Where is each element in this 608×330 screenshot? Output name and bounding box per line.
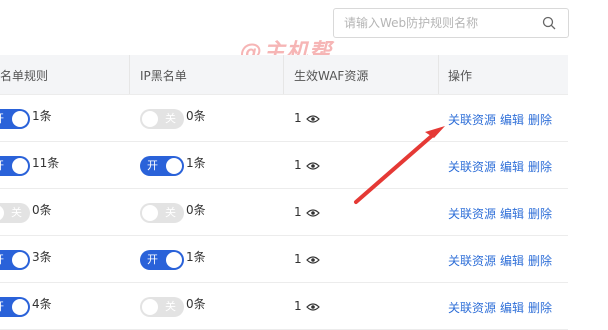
ip-blacklist-toggle[interactable]: 关: [140, 203, 184, 223]
rule-list-count: 4条: [32, 297, 52, 311]
rule-list-toggle[interactable]: 开: [0, 109, 30, 129]
table-row: 开 11条 开 1条 1 关联资源编辑删除: [0, 142, 568, 189]
delete-button[interactable]: 删除: [528, 301, 552, 315]
ip-blacklist-count: 0条: [186, 203, 206, 217]
column-divider: [129, 55, 130, 94]
ip-blacklist-toggle[interactable]: 关: [140, 109, 184, 129]
row-actions: 关联资源 编辑 删除: [448, 205, 556, 222]
red-arrow-annotation: [354, 126, 445, 204]
eye-icon[interactable]: [306, 302, 320, 312]
ip-blacklist-toggle[interactable]: 关: [140, 297, 184, 317]
waf-resource-count: 1: [294, 111, 302, 125]
table-header: 名单规则 IP黑名单 生效WAF资源 操作: [0, 55, 568, 95]
link-resource-button[interactable]: 关联资源: [448, 160, 496, 174]
waf-resource-count: 1: [294, 158, 302, 172]
rule-list-count: 1条: [32, 109, 52, 123]
delete-button[interactable]: 删除: [528, 207, 552, 221]
toggle-knob: [12, 111, 28, 127]
waf-resource-count: 1: [294, 299, 302, 313]
toggle-label: 开: [147, 159, 158, 172]
toggle-label: 关: [11, 206, 22, 219]
toggle-knob: [0, 205, 4, 221]
toggle-knob: [166, 158, 182, 174]
toggle-label: 关: [165, 300, 176, 313]
row-actions: 关联资源 编辑 删除: [448, 111, 556, 128]
column-divider: [438, 55, 439, 94]
rule-list-count: 11条: [32, 156, 60, 170]
header-actions: 操作: [448, 69, 473, 83]
eye-icon[interactable]: [306, 255, 320, 265]
waf-resource-count: 1: [294, 205, 302, 219]
link-resource-button[interactable]: 关联资源: [448, 207, 496, 221]
toggle-label: 关: [165, 112, 176, 125]
table-row: 开 4条 关 0条 1 关联资源编辑删除: [0, 283, 568, 330]
toggle-knob: [12, 158, 28, 174]
link-resource-button[interactable]: 关联资源: [448, 113, 496, 127]
toggle-label: 开: [0, 159, 4, 173]
ip-blacklist-count: 0条: [186, 109, 206, 123]
toggle-knob: [142, 111, 158, 127]
toggle-label: 开: [0, 300, 4, 314]
link-resource-button[interactable]: 关联资源: [448, 301, 496, 315]
header-waf-resource: 生效WAF资源: [294, 69, 369, 83]
toggle-label: 开: [0, 112, 4, 126]
table-row: 关 0条关 0条 1 关联资源 编辑 删除: [0, 189, 568, 236]
eye-icon[interactable]: [306, 161, 320, 171]
row-actions: 关联资源 编辑 删除: [448, 158, 556, 175]
edit-button[interactable]: 编辑: [500, 301, 524, 315]
toggle-knob: [142, 299, 158, 315]
eye-icon[interactable]: [306, 208, 320, 218]
delete-button[interactable]: 删除: [528, 254, 552, 268]
row-actions: 关联资源 编辑 删除: [448, 299, 556, 316]
ip-blacklist-count: 1条: [186, 156, 206, 170]
delete-button[interactable]: 删除: [528, 113, 552, 127]
ip-blacklist-count: 1条: [186, 250, 206, 264]
search-box[interactable]: [333, 8, 569, 38]
edit-button[interactable]: 编辑: [500, 207, 524, 221]
rule-list-toggle[interactable]: 开: [0, 250, 30, 270]
header-rule-list: 名单规则: [0, 69, 49, 83]
ip-blacklist-count: 0条: [186, 297, 206, 311]
toggle-label: 开: [147, 253, 158, 266]
ip-blacklist-toggle[interactable]: 开: [140, 156, 184, 176]
search-input[interactable]: [344, 14, 534, 32]
toggle-label: 关: [165, 206, 176, 219]
toggle-knob: [166, 252, 182, 268]
toggle-knob: [142, 205, 158, 221]
rule-list-count: 3条: [32, 250, 52, 264]
search-icon[interactable]: [542, 16, 556, 30]
edit-button[interactable]: 编辑: [500, 160, 524, 174]
table-row: 开 1条 关 0条 1 关联资源编辑删除: [0, 95, 568, 142]
column-divider: [283, 55, 284, 94]
table-row: 开 3条 开 1条 1 关联资源编辑删除: [0, 236, 568, 283]
toggle-knob: [12, 299, 28, 315]
ip-blacklist-toggle[interactable]: 开: [140, 250, 184, 270]
row-actions: 关联资源 编辑 删除: [448, 252, 556, 269]
edit-button[interactable]: 编辑: [500, 254, 524, 268]
toggle-label: 开: [0, 253, 4, 267]
header-ip-blacklist: IP黑名单: [140, 69, 187, 83]
rule-list-count: 0条: [32, 203, 52, 217]
waf-resource-count: 1: [294, 252, 302, 266]
rule-list-toggle[interactable]: 关: [0, 203, 30, 223]
rule-list-toggle[interactable]: 开: [0, 297, 30, 317]
toggle-knob: [12, 252, 28, 268]
delete-button[interactable]: 删除: [528, 160, 552, 174]
eye-icon[interactable]: [306, 114, 320, 124]
rules-table: 名单规则 IP黑名单 生效WAF资源 操作 开1条关0条1关联资源编辑删除开11…: [0, 55, 568, 330]
rule-list-toggle[interactable]: 开: [0, 156, 30, 176]
edit-button[interactable]: 编辑: [500, 113, 524, 127]
link-resource-button[interactable]: 关联资源: [448, 254, 496, 268]
